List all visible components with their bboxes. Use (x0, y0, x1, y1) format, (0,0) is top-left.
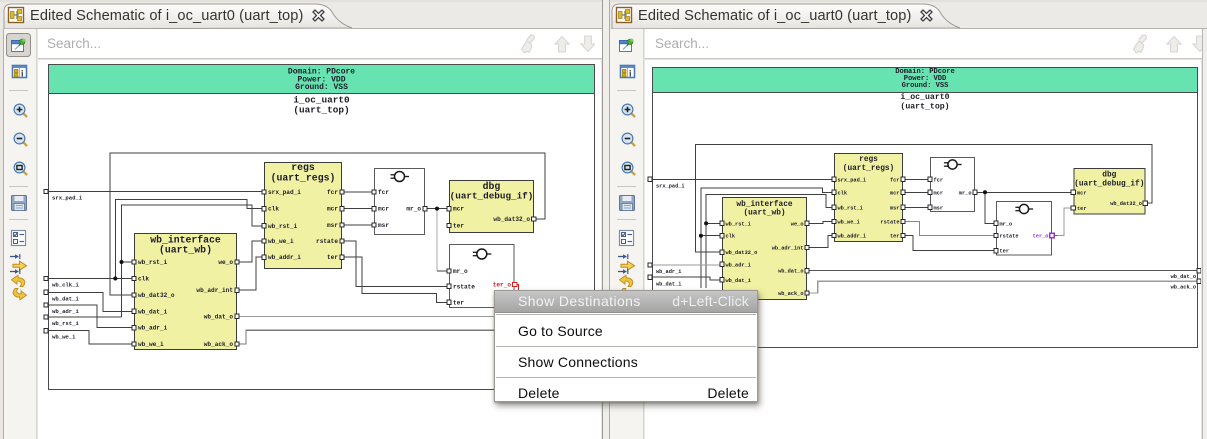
svg-text:msr: msr (327, 222, 338, 229)
svg-text:msr: msr (378, 222, 389, 229)
svg-text:ter: ter (1077, 206, 1087, 212)
svg-text:msr: msr (890, 205, 900, 211)
svg-text:mcr: mcr (1077, 190, 1087, 196)
svg-text:srx_pad_i: srx_pad_i (838, 177, 867, 183)
svg-text:wb_adr_i: wb_adr_i (52, 308, 79, 315)
svg-text:wb_dat32_o: wb_dat32_o (138, 292, 175, 299)
svg-text:mr_o: mr_o (453, 268, 468, 275)
svg-text:wb_clk_i: wb_clk_i (52, 282, 79, 289)
svg-text:wb_adr_int: wb_adr_int (772, 246, 804, 252)
svg-text:wb_dat_i: wb_dat_i (726, 278, 751, 284)
svg-text:rstate: rstate (453, 283, 475, 290)
svg-text:(uart_debug_if): (uart_debug_if) (1074, 181, 1144, 189)
svg-text:msr: msr (934, 205, 944, 211)
svg-text:wb_adr_int: wb_adr_int (196, 287, 233, 294)
svg-text:wb_addr_i: wb_addr_i (838, 234, 867, 240)
svg-text:we_o: we_o (218, 259, 233, 266)
svg-text:wb_we_i: wb_we_i (138, 341, 164, 348)
svg-text:wb_dat_o: wb_dat_o (1171, 274, 1196, 280)
svg-text:wb_dat_i: wb_dat_i (138, 308, 168, 315)
svg-text:i_oc_uart0: i_oc_uart0 (900, 92, 949, 102)
svg-text:regs: regs (859, 156, 878, 164)
svg-text:wb_ack_o: wb_ack_o (204, 341, 234, 348)
svg-text:wb_dat_i: wb_dat_i (52, 295, 79, 302)
svg-text:ter_o: ter_o (1033, 234, 1049, 240)
svg-text:Ground: VSS: Ground: VSS (902, 82, 950, 90)
svg-text:srx_pad_i: srx_pad_i (52, 195, 83, 202)
svg-text:(uart_debug_if): (uart_debug_if) (450, 191, 534, 202)
svg-text:dbg: dbg (1102, 172, 1116, 180)
svg-text:wb_adr_i: wb_adr_i (726, 262, 751, 268)
svg-text:srx_pad_i: srx_pad_i (268, 189, 301, 196)
svg-text:mcr: mcr (890, 190, 900, 196)
svg-text:wb_we_i: wb_we_i (52, 334, 76, 341)
svg-text:wb_rst_i: wb_rst_i (838, 205, 863, 211)
svg-text:Edited Schematic of i_oc_uart0: Edited Schematic of i_oc_uart0 (uart_top… (30, 8, 303, 24)
svg-text:wb_rst_i: wb_rst_i (726, 221, 751, 227)
svg-text:mcr: mcr (934, 190, 944, 196)
svg-text:ter: ter (1000, 249, 1010, 255)
svg-text:wb_we_i: wb_we_i (838, 220, 860, 226)
svg-text:wb_adr_i: wb_adr_i (656, 269, 681, 275)
svg-text:wb_rst_i: wb_rst_i (268, 223, 298, 230)
svg-text:fcr: fcr (890, 177, 900, 183)
svg-text:fcr: fcr (934, 177, 944, 183)
svg-text:clk: clk (138, 276, 149, 283)
svg-text:mcr: mcr (453, 206, 464, 213)
svg-text:wb_dat_i: wb_dat_i (656, 281, 681, 287)
svg-text:ter_o: ter_o (493, 282, 512, 289)
svg-text:rstate: rstate (1000, 234, 1019, 240)
svg-text:wb_interface: wb_interface (736, 201, 792, 209)
svg-text:(uart_wb): (uart_wb) (159, 245, 212, 256)
svg-text:srx_pad_i: srx_pad_i (656, 184, 685, 190)
svg-text:ter: ter (890, 234, 900, 240)
svg-text:wb_we_i: wb_we_i (268, 238, 294, 245)
svg-text:wb_dat32_o: wb_dat32_o (726, 250, 758, 256)
svg-text:Ground: VSS: Ground: VSS (295, 83, 348, 92)
svg-text:Edited Schematic of i_oc_uart0: Edited Schematic of i_oc_uart0 (uart_top… (638, 8, 911, 24)
svg-text:wb_adr_i: wb_adr_i (138, 325, 168, 332)
svg-text:ter: ter (453, 299, 464, 306)
svg-text:wb_dat32_o: wb_dat32_o (1110, 201, 1142, 207)
svg-text:wb_dat32_o: wb_dat32_o (493, 216, 530, 223)
svg-text:we_o: we_o (791, 221, 804, 227)
svg-text:wb_rst_i: wb_rst_i (52, 320, 79, 327)
svg-text:mr_o: mr_o (959, 190, 972, 196)
svg-text:mcr: mcr (378, 206, 389, 213)
svg-text:(uart_top): (uart_top) (900, 102, 949, 112)
svg-text:clk: clk (726, 234, 736, 240)
svg-text:wb_addr_i: wb_addr_i (268, 254, 301, 261)
svg-text:wb_ack_o: wb_ack_o (1171, 285, 1196, 291)
svg-text:mcr: mcr (327, 206, 338, 213)
svg-text:fcr: fcr (327, 189, 338, 196)
svg-text:wb_dat_o: wb_dat_o (778, 269, 803, 275)
svg-text:mr_o: mr_o (1000, 221, 1013, 227)
svg-text:wb_ack_o: wb_ack_o (778, 291, 803, 297)
svg-text:i: i (21, 69, 24, 79)
svg-text:mr_o: mr_o (406, 206, 421, 213)
svg-text:(uart_top): (uart_top) (293, 105, 349, 116)
svg-text:clk: clk (268, 206, 279, 213)
svg-text:clk: clk (838, 190, 848, 196)
svg-text:ter: ter (453, 223, 464, 230)
svg-text:fcr: fcr (378, 189, 389, 196)
svg-text:ter: ter (327, 254, 338, 261)
svg-text:rstate: rstate (880, 220, 899, 226)
svg-text:(uart_regs): (uart_regs) (843, 165, 894, 173)
svg-text:(uart_regs): (uart_regs) (271, 172, 336, 183)
svg-text:wb_rst_i: wb_rst_i (138, 259, 168, 266)
svg-text:wb_dat_o: wb_dat_o (204, 313, 234, 320)
svg-text:rstate: rstate (316, 238, 338, 245)
svg-text:(uart_wb): (uart_wb) (743, 210, 785, 218)
